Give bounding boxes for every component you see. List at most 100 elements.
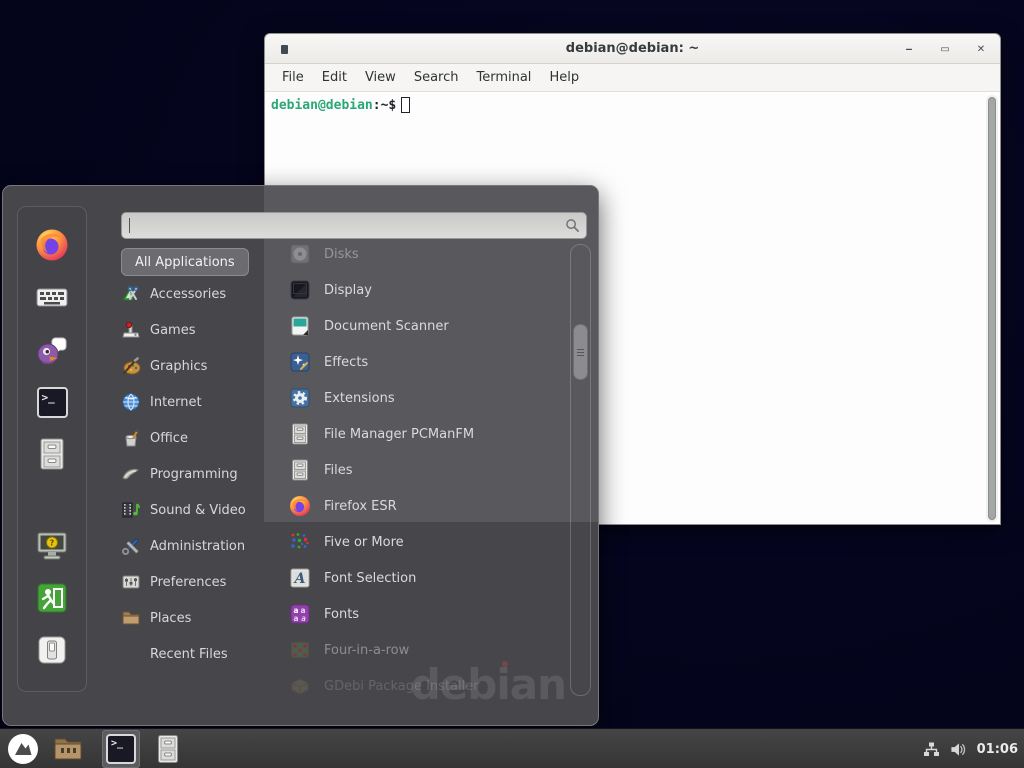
maximize-button[interactable]: ▭ <box>938 42 952 56</box>
file-manager-button[interactable] <box>152 730 184 768</box>
minimize-button[interactable]: ‒ <box>902 42 916 56</box>
category-preferences[interactable]: Preferences <box>115 564 267 600</box>
terminal-icon: >_ <box>37 387 68 418</box>
gdebi-icon <box>289 675 311 697</box>
clock[interactable]: 01:06 <box>977 742 1018 757</box>
category-label: Internet <box>150 395 202 410</box>
terminal-icon: >_ <box>106 734 136 764</box>
taskbar: >_ 01:06 <box>0 728 1024 768</box>
menu-button[interactable] <box>2 730 44 768</box>
favorite-terminal[interactable]: >_ <box>17 387 87 418</box>
app-extensions[interactable]: Extensions <box>275 380 567 416</box>
app-document-scanner[interactable]: Document Scanner <box>275 308 567 344</box>
app-label: Files <box>324 463 353 478</box>
no-icon <box>121 644 141 664</box>
terminal-titlebar[interactable]: debian@debian: ~ ‒ ▭ ✕ <box>265 34 1000 64</box>
app-label: Document Scanner <box>324 319 449 334</box>
app-effects[interactable]: Effects <box>275 344 567 380</box>
terminal-menubar: File Edit View Search Terminal Help <box>265 64 1000 92</box>
category-internet[interactable]: Internet <box>115 384 267 420</box>
app-font-selection[interactable]: A Font Selection <box>275 560 567 596</box>
games-icon <box>121 320 141 340</box>
prompt-path: :~$ <box>373 98 396 113</box>
programming-icon <box>121 464 141 484</box>
app-gdebi-package-installer[interactable]: GDebi Package Installer <box>275 668 567 704</box>
network-icon[interactable] <box>923 741 940 758</box>
app-label: Font Selection <box>324 571 416 586</box>
category-label: Accessories <box>150 287 226 302</box>
category-label: Places <box>150 611 191 626</box>
terminal-button[interactable]: >_ <box>102 730 140 768</box>
document-scanner-icon <box>289 315 311 337</box>
category-programming[interactable]: Programming <box>115 456 267 492</box>
files-folder-button[interactable] <box>48 730 88 768</box>
favorite-pidgin[interactable] <box>17 334 87 368</box>
app-label: Four-in-a-row <box>324 643 409 658</box>
category-sound-video[interactable]: Sound & Video <box>115 492 267 528</box>
app-files[interactable]: Files <box>275 452 567 488</box>
menu-edit[interactable]: Edit <box>313 66 356 89</box>
terminal-scrollbar-thumb[interactable] <box>988 97 996 520</box>
app-disks[interactable]: Disks <box>275 236 567 272</box>
menu-file[interactable]: File <box>273 66 313 89</box>
keyboard-icon <box>35 282 69 312</box>
office-icon <box>121 428 141 448</box>
category-accessories[interactable]: Accessories <box>115 276 267 312</box>
firefox-icon <box>289 495 311 517</box>
category-label: Office <box>150 431 188 446</box>
app-display[interactable]: Display <box>275 272 567 308</box>
menu-scrollbar[interactable] <box>570 244 591 696</box>
administration-icon <box>121 536 141 556</box>
app-four-in-a-row[interactable]: Four-in-a-row <box>275 632 567 668</box>
category-label: Programming <box>150 467 238 482</box>
app-five-or-more[interactable]: Five or More <box>275 524 567 560</box>
favorite-keyboard[interactable] <box>17 282 87 312</box>
menu-help[interactable]: Help <box>540 66 588 89</box>
app-firefox-esr[interactable]: Firefox ESR <box>275 488 567 524</box>
favorite-firefox[interactable] <box>17 228 87 262</box>
menu-view[interactable]: View <box>356 66 405 89</box>
category-label: All Applications <box>135 255 235 270</box>
favorite-logout[interactable] <box>17 582 87 614</box>
app-label: Disks <box>324 247 359 262</box>
category-label: Games <box>150 323 195 338</box>
terminal-scrollbar[interactable] <box>986 95 998 522</box>
favorite-shutdown[interactable] <box>17 634 87 666</box>
category-graphics[interactable]: Graphics <box>115 348 267 384</box>
category-all-applications[interactable]: All Applications <box>121 248 249 276</box>
fonts-icon: aaaa <box>289 603 311 625</box>
file-manager-icon <box>38 437 66 471</box>
favorite-file-manager[interactable] <box>17 437 87 471</box>
file-cabinet-icon <box>156 734 180 764</box>
volume-icon[interactable] <box>950 741 967 758</box>
window-icon <box>281 45 288 54</box>
svg-text:a: a <box>293 614 298 623</box>
places-icon <box>121 608 141 628</box>
font-selection-icon: A <box>289 567 311 589</box>
favorite-lock-screen[interactable]: ? <box>17 530 87 562</box>
menu-terminal[interactable]: Terminal <box>467 66 540 89</box>
menu-search[interactable]: Search <box>405 66 468 89</box>
menu-scrollbar-thumb[interactable] <box>573 324 588 380</box>
display-icon <box>289 279 311 301</box>
close-button[interactable]: ✕ <box>974 42 988 56</box>
prompt-user-host: debian@debian <box>271 98 373 113</box>
search-input[interactable] <box>121 212 587 239</box>
category-administration[interactable]: Administration <box>115 528 267 564</box>
app-file-manager-pcmanfm[interactable]: File Manager PCManFM <box>275 416 567 452</box>
logout-icon <box>36 582 68 614</box>
app-label: Display <box>324 283 372 298</box>
category-places[interactable]: Places <box>115 600 267 636</box>
category-games[interactable]: Games <box>115 312 267 348</box>
category-label: Sound & Video <box>150 503 246 518</box>
internet-icon <box>121 392 141 412</box>
category-label: Administration <box>150 539 245 554</box>
extensions-icon <box>289 387 311 409</box>
app-fonts[interactable]: aaaa Fonts <box>275 596 567 632</box>
category-recent-files[interactable]: Recent Files <box>115 636 267 672</box>
category-office[interactable]: Office <box>115 420 267 456</box>
wallpaper-line <box>243 725 321 726</box>
app-label: Five or More <box>324 535 404 550</box>
search-icon <box>565 218 580 233</box>
file-manager-icon <box>289 423 311 445</box>
